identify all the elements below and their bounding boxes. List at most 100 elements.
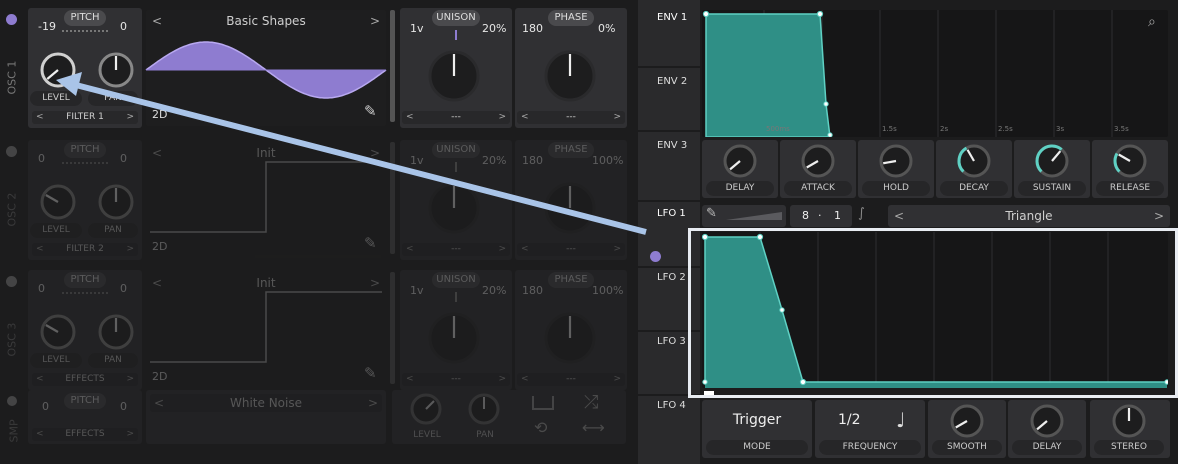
lfo-curve-icon[interactable]: ∫ (858, 206, 865, 221)
tab-lfo-4[interactable]: LFO 4 (657, 400, 686, 411)
sample-random-icon[interactable]: ⤮ (584, 392, 598, 413)
lfo-mode-value[interactable]: Trigger (702, 412, 812, 428)
tab-env-1[interactable]: ENV 1 (657, 12, 687, 23)
sample-level-label: LEVEL (413, 430, 441, 440)
osc-2-unison-knob[interactable] (426, 180, 482, 236)
zoom-icon[interactable]: ⌕ (1148, 14, 1156, 30)
lfo-paint-icon[interactable]: ✎ (706, 206, 717, 221)
osc-1-phase-label: PHASE (548, 10, 594, 26)
env-decay-label: DECAY (940, 181, 1008, 196)
osc-1-row: OSC 1 PITCH -19 0 LEVEL PAN < FILTER 1 > < Basic S… (0, 0, 630, 128)
tab-lfo-1[interactable]: LFO 1 (657, 208, 686, 219)
env-time-label: 2s (940, 125, 949, 133)
lfo-delay-label: DELAY (1012, 440, 1082, 455)
sample-keytrack-icon[interactable] (532, 396, 554, 410)
sample-pan-knob[interactable] (467, 392, 501, 426)
osc-2-unison-voices[interactable]: 1v (410, 154, 424, 167)
osc-2-unison-detune[interactable]: 20% (482, 154, 506, 167)
sample-loop-icon[interactable]: ⟲ (534, 418, 547, 437)
tempo-sync-note-icon[interactable]: ♩ (896, 408, 905, 432)
lfo-stereo-knob[interactable] (1110, 402, 1148, 440)
lfo-grid-dot: · (818, 209, 822, 222)
env-hold-label: HOLD (862, 181, 930, 196)
osc-2-phase-mode-select[interactable]: < --- > (517, 243, 625, 256)
lfo-frequency-label: FREQUENCY (819, 440, 921, 455)
sample-pitch-right[interactable]: 0 (120, 400, 127, 413)
osc-1-phase-value[interactable]: 180 (522, 22, 543, 35)
osc-3-unison-mode-select[interactable]: < --- > (402, 373, 510, 386)
osc-3-unison-label: UNISON (432, 272, 480, 288)
osc-1-unison-detune[interactable]: 20% (482, 22, 506, 35)
tab-lfo-2[interactable]: LFO 2 (657, 272, 686, 283)
sample-side-label: SMP (7, 419, 21, 443)
lfo-smooth-knob[interactable] (948, 402, 986, 440)
env-attack-knob[interactable] (799, 142, 837, 180)
env-delay-label: DELAY (706, 181, 774, 196)
lfo-delay-knob[interactable] (1028, 402, 1066, 440)
lfo-shape-select[interactable]: < Triangle > (890, 207, 1168, 225)
osc-2-row: OSC 2 PITCH 0 0 LEVEL PAN < FILTER 2 > < Init >2D ✎ U… (0, 132, 630, 260)
env-sustain-label: SUSTAIN (1018, 181, 1086, 196)
osc-1-edit-pencil-icon[interactable]: ✎ (364, 102, 377, 120)
env-release-knob[interactable] (1111, 142, 1149, 180)
sample-bounce-icon[interactable]: ⟷ (582, 418, 605, 437)
lfo-grid-x[interactable]: 8 (802, 209, 809, 222)
env-time-label: 1.5s (882, 125, 897, 133)
osc-2-wave-mode[interactable]: 2D (152, 240, 167, 253)
lfo-mode-label: MODE (706, 440, 808, 455)
envelope-editor[interactable]: 500ms 1.5s 2s 2.5s 3s 3.5s ⌕ (702, 10, 1168, 138)
lfo-stereo-label: STEREO (1094, 440, 1164, 455)
osc-1-phase-random[interactable]: 0% (598, 22, 615, 35)
env-tabs (638, 0, 700, 200)
osc-1-phase-knob[interactable] (542, 48, 598, 104)
env-hold-knob[interactable] (877, 142, 915, 180)
env-time-label: 500ms (766, 125, 790, 133)
osc-2-phase-label: PHASE (548, 142, 594, 158)
sample-pitch-label: PITCH (64, 393, 106, 409)
sample-level-knob[interactable] (409, 392, 443, 426)
osc-2-phase-value[interactable]: 180 (522, 154, 543, 167)
osc-3-phase-mode-select[interactable]: < --- > (517, 373, 625, 386)
env-sustain-knob[interactable] (1033, 142, 1071, 180)
env-time-label: 3.5s (1114, 125, 1129, 133)
osc-3-phase-label: PHASE (548, 272, 594, 288)
osc-1-unison-knob[interactable] (426, 48, 482, 104)
lfo-1-active-dot (650, 251, 661, 262)
sample-power-dot[interactable] (7, 396, 17, 406)
osc-3-unison-voices[interactable]: 1v (410, 284, 424, 297)
osc-3-phase-random[interactable]: 100% (592, 284, 623, 297)
env-release-label: RELEASE (1096, 181, 1164, 196)
env-delay-knob[interactable] (721, 142, 759, 180)
osc-3-unison-detune[interactable]: 20% (482, 284, 506, 297)
osc-1-wave-mode[interactable]: 2D (152, 108, 167, 121)
osc-3-phase-knob[interactable] (542, 310, 598, 366)
lfo-grid-y[interactable]: 1 (834, 209, 841, 222)
osc-1-unison-voices[interactable]: 1v (410, 22, 424, 35)
osc-3-unison-knob[interactable] (426, 310, 482, 366)
sample-destination-select[interactable]: < EFFECTS > (32, 428, 138, 441)
tab-env-3[interactable]: ENV 3 (657, 140, 687, 151)
env-attack-label: ATTACK (784, 181, 852, 196)
osc-2-phase-knob[interactable] (542, 180, 598, 236)
sample-pan-label: PAN (476, 430, 494, 440)
lfo-highlight-box (688, 228, 1178, 398)
osc-2-unison-mode-select[interactable]: < --- > (402, 243, 510, 256)
osc-2-edit-pencil-icon[interactable]: ✎ (364, 234, 377, 252)
env-decay-knob[interactable] (955, 142, 993, 180)
tab-env-2[interactable]: ENV 2 (657, 76, 687, 87)
osc-3-row: OSC 3 PITCH 0 0 LEVEL PAN < EFFECTS > < Init >2D ✎ UN… (0, 262, 630, 390)
osc-2-unison-label: UNISON (432, 142, 480, 158)
sample-name-select[interactable]: < White Noise > (150, 394, 382, 412)
osc-3-phase-value[interactable]: 180 (522, 284, 543, 297)
osc-1-unison-mode-select[interactable]: < --- > (402, 111, 510, 124)
lfo-frequency-value[interactable]: 1/2 (838, 412, 861, 428)
osc-1-phase-mode-select[interactable]: < --- > (517, 111, 625, 124)
sample-pitch-left[interactable]: 0 (42, 400, 49, 413)
env-time-label: 2.5s (998, 125, 1013, 133)
osc-1-unison-label: UNISON (432, 10, 480, 26)
osc-2-phase-random[interactable]: 100% (592, 154, 623, 167)
osc-3-edit-pencil-icon[interactable]: ✎ (364, 364, 377, 382)
osc-3-wave-mode[interactable]: 2D (152, 370, 167, 383)
tab-lfo-3[interactable]: LFO 3 (657, 336, 686, 347)
sample-row: SMP PITCH 0 0 < EFFECTS > < White Noise > LE… (0, 390, 630, 464)
